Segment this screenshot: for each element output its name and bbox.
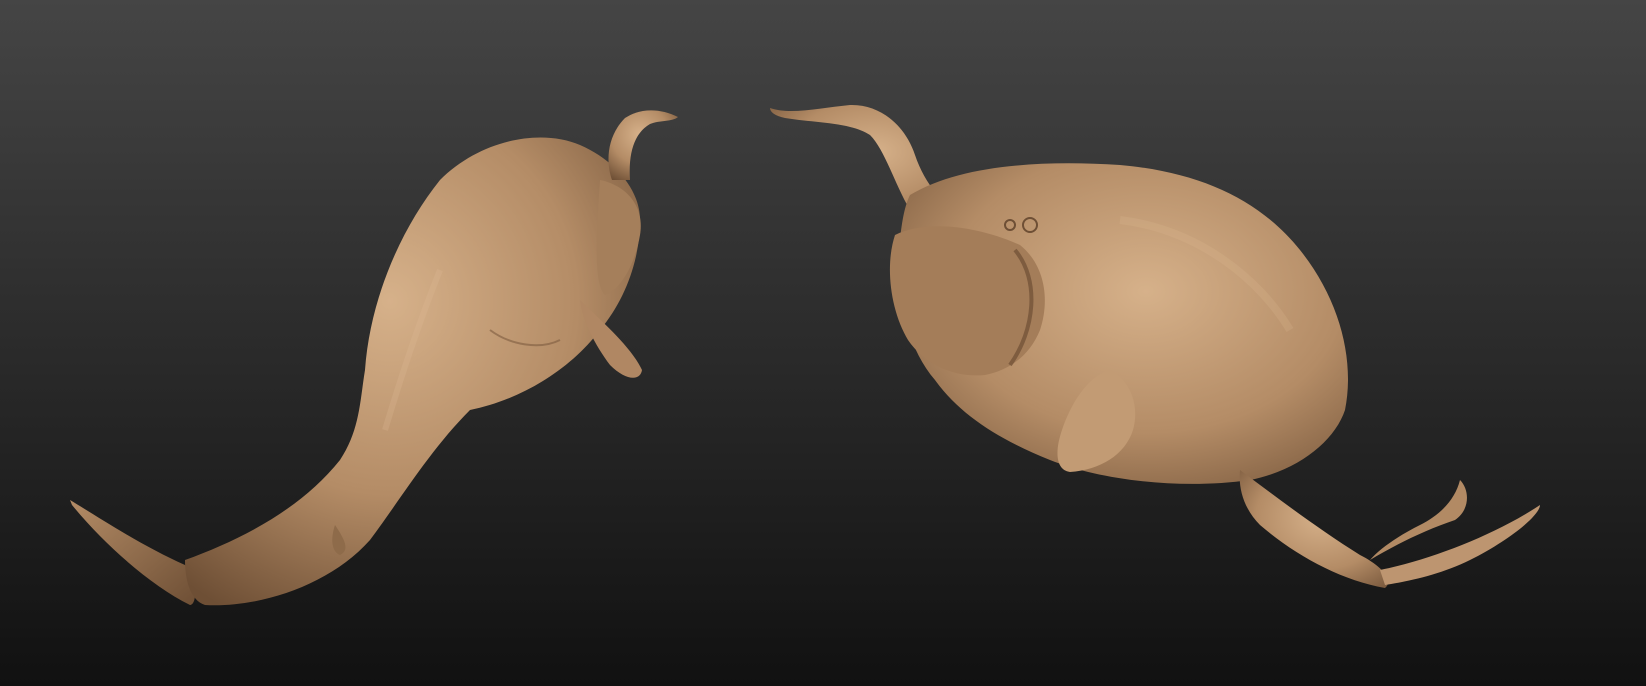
render-canvas [0,0,1646,686]
render-viewport [0,0,1646,686]
